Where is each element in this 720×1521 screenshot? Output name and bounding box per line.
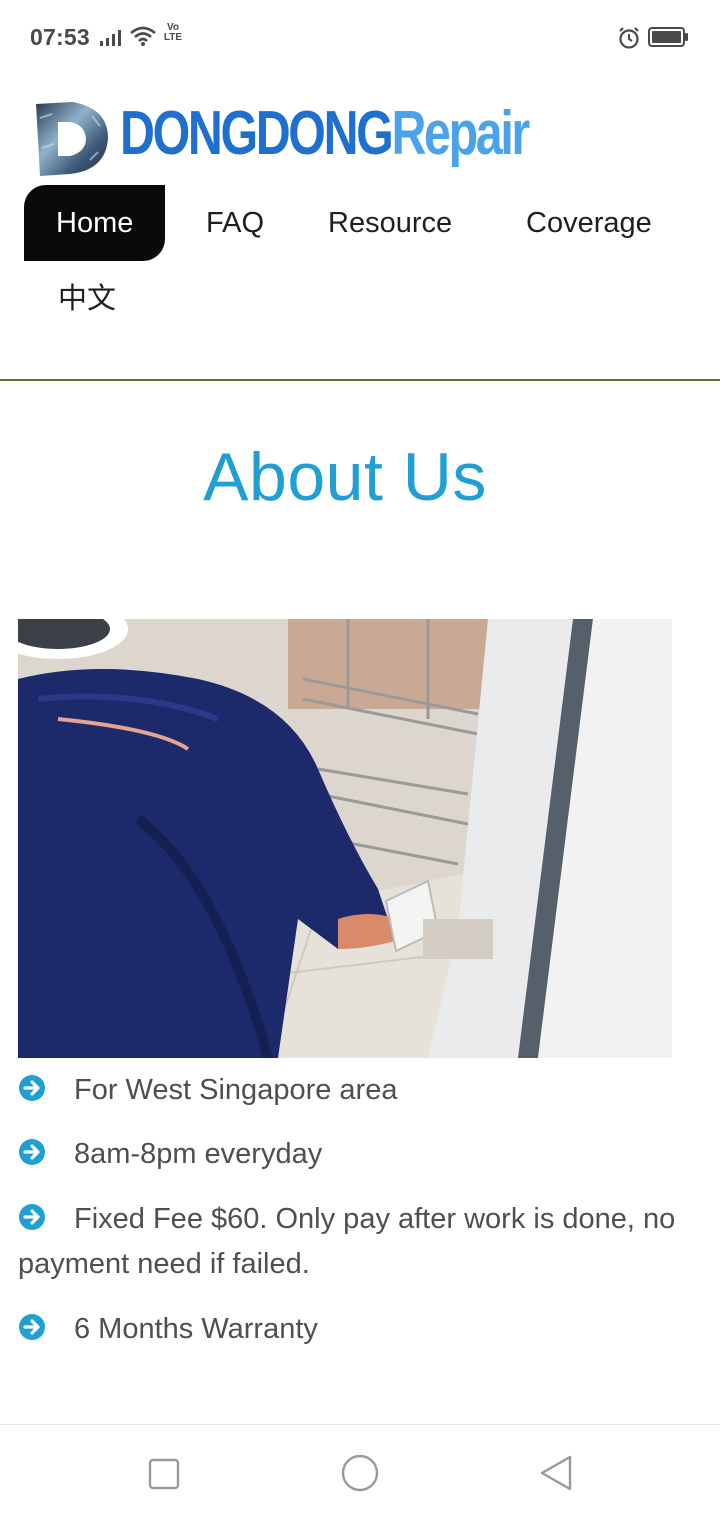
list-item: For West Singapore area: [18, 1068, 678, 1113]
feature-text: 8am-8pm everyday: [74, 1138, 323, 1170]
page-title: About Us: [203, 439, 487, 515]
arrow-circle-right-icon: [18, 1200, 46, 1230]
logo-text-repair: Repair: [391, 99, 530, 168]
header-divider: [0, 379, 720, 381]
arrow-circle-right-icon: [18, 1135, 46, 1165]
site-logo[interactable]: DONGDONGRepair: [32, 98, 562, 178]
list-item: 6 Months Warranty: [18, 1307, 678, 1352]
nav-item-resource[interactable]: Resource: [328, 185, 452, 261]
logo-text: DONGDONGRepair: [120, 99, 530, 168]
system-nav-bar: [0, 1424, 720, 1521]
signal-icon: [100, 28, 124, 51]
back-triangle-icon[interactable]: [538, 1454, 574, 1497]
arrow-circle-right-icon: [18, 1071, 46, 1101]
volte-indicator: Vo LTE: [160, 23, 186, 43]
feature-text: Fixed Fee $60. Only pay after work is do…: [18, 1203, 676, 1280]
nav-item-faq[interactable]: FAQ: [206, 185, 264, 261]
status-bar: 07:53 Vo LTE: [0, 0, 720, 74]
nav-item-coverage[interactable]: Coverage: [526, 185, 652, 261]
home-circle-icon[interactable]: [340, 1453, 380, 1498]
list-item: 8am-8pm everyday: [18, 1132, 678, 1177]
repair-photo: [18, 619, 672, 1058]
nav-item-home[interactable]: Home: [24, 185, 166, 261]
logo-text-dongdong: DONGDONG: [120, 99, 394, 168]
list-item: Fixed Fee $60. Only pay after work is do…: [18, 1197, 678, 1287]
battery-icon: [648, 26, 690, 53]
recent-apps-icon[interactable]: [148, 1458, 180, 1495]
feature-text: For West Singapore area: [74, 1074, 398, 1106]
status-time: 07:53: [30, 24, 90, 50]
volte-bottom: LTE: [163, 32, 183, 43]
nav-item-chinese[interactable]: 中文: [58, 261, 116, 337]
wifi-icon: [130, 26, 156, 51]
alarm-icon: [617, 26, 641, 55]
logo-d-icon: [32, 98, 112, 183]
arrow-circle-right-icon: [18, 1310, 46, 1340]
feature-text: 6 Months Warranty: [74, 1313, 318, 1345]
